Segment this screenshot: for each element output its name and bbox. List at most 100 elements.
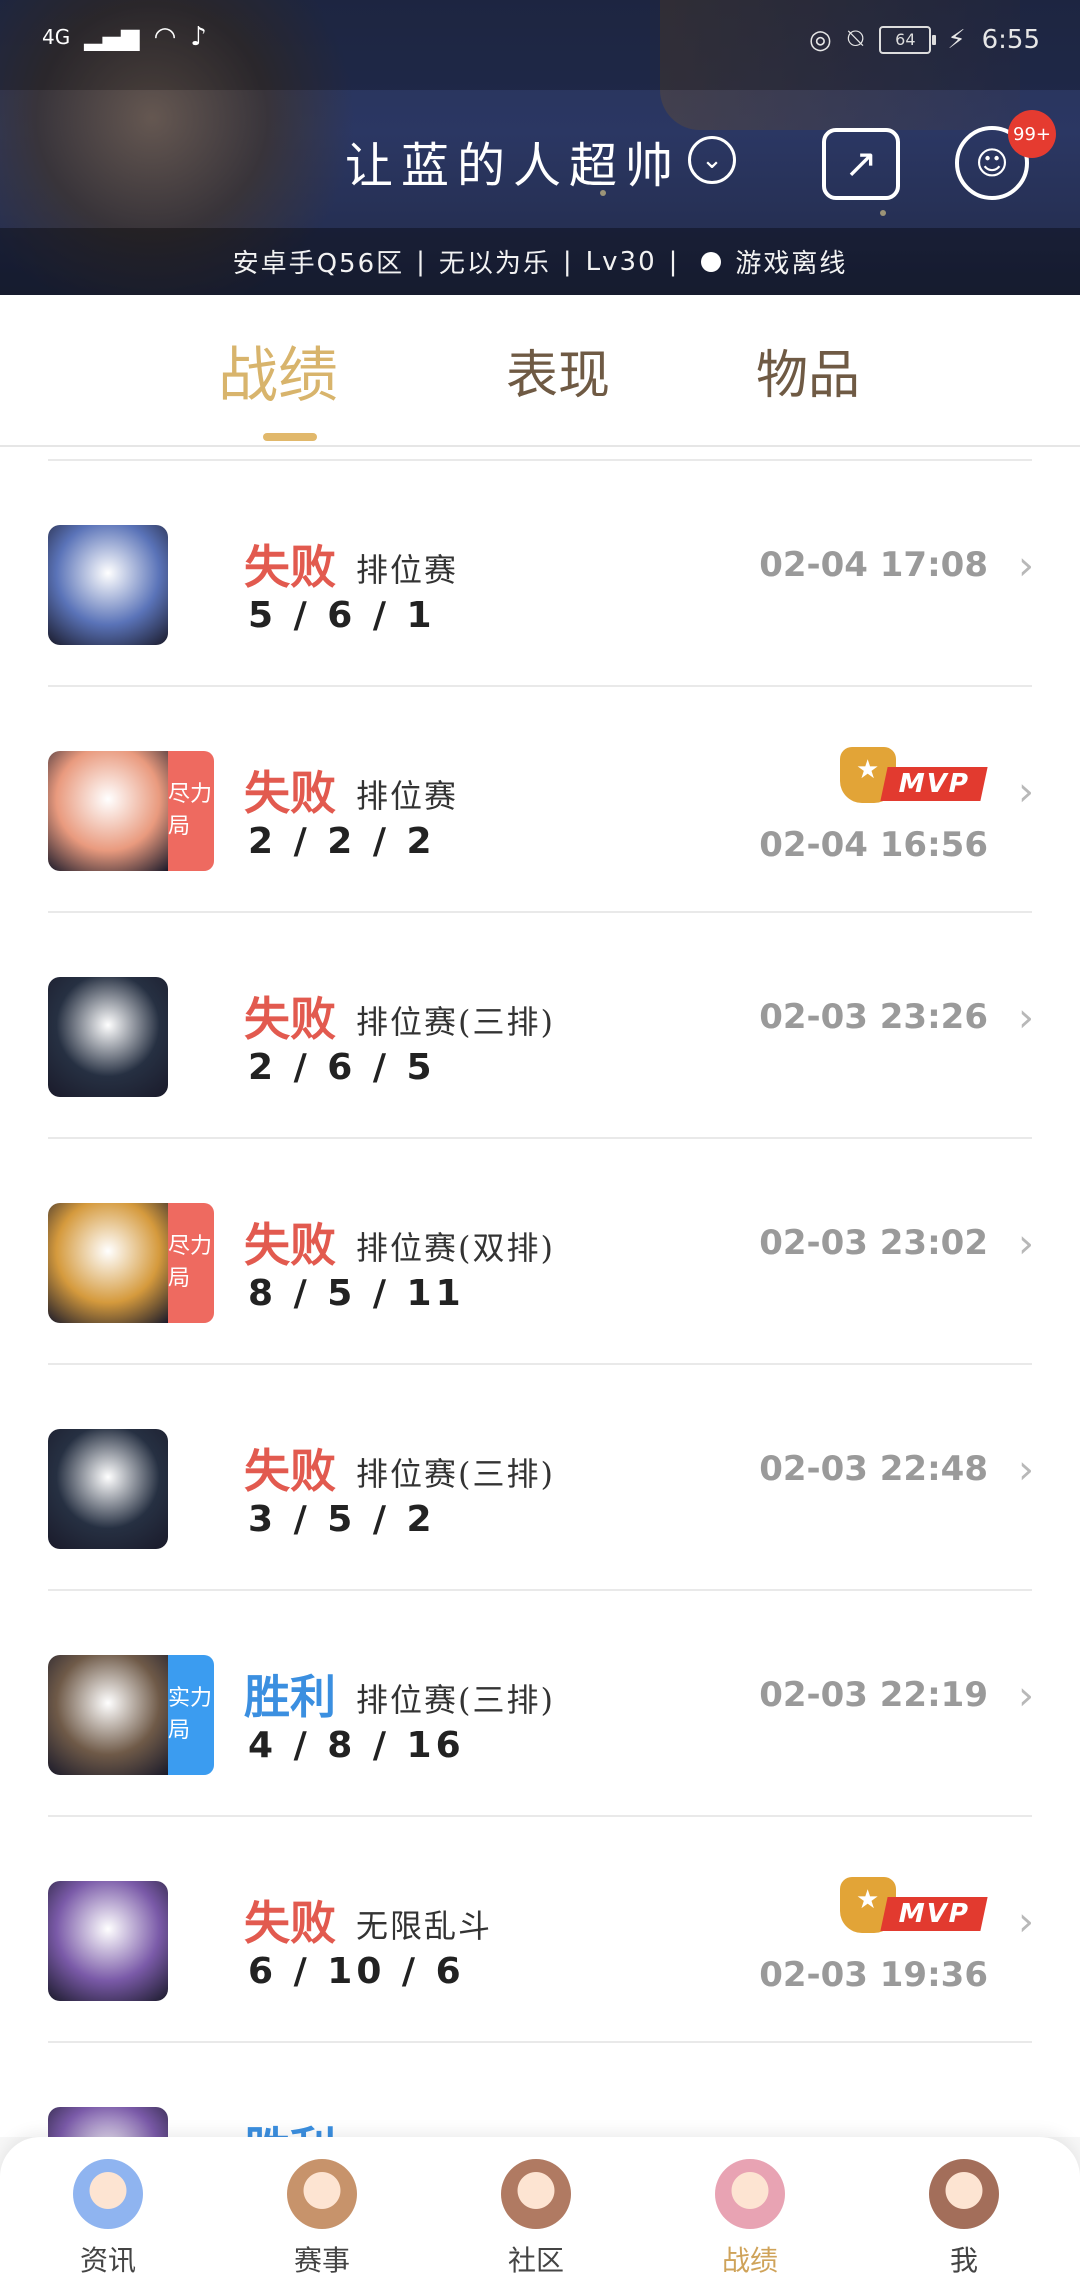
mvp-badge: ★ MVP: [840, 1877, 988, 1937]
nav-label: 我: [949, 2244, 978, 2277]
tiktok-icon: ♪: [190, 22, 207, 52]
headphones-icon: ◎: [809, 24, 832, 55]
kda-score: 8 / 5 / 11: [248, 1273, 465, 1314]
hero-avatar: [48, 977, 168, 1097]
chevron-right-icon: ›: [1018, 1221, 1034, 1267]
chevron-right-icon: ›: [1018, 769, 1034, 815]
match-result: 失败: [244, 766, 336, 820]
match-result: 失败: [244, 1218, 336, 1272]
network-type: 4G: [42, 25, 71, 49]
mvp-badge: ★ MVP: [840, 747, 988, 807]
nav-label: 资讯: [79, 2244, 136, 2277]
match-time: 02-03 23:26: [759, 997, 988, 1037]
match-row[interactable]: 失败 排位赛 5 / 6 / 1 02-04 17:08 ›: [0, 461, 1080, 687]
hero-avatar: [48, 1429, 168, 1549]
chat-icon: ☺: [975, 144, 1009, 182]
match-result: 胜利: [244, 1670, 336, 1724]
profile-header: 4G ▂▄▆ ◠ ♪ ◎ ⍉ 64 ⚡ 6:55 让蓝的人超帅 ⌄ ↗ ☺ 99…: [0, 0, 1080, 295]
player-name[interactable]: 让蓝的人超帅: [345, 126, 681, 196]
match-time: 02-03 23:02: [759, 1223, 988, 1263]
match-list[interactable]: 失败 排位赛 5 / 6 / 1 02-04 17:08 › 尽力局 失败 排位赛 2 / 2 …: [0, 447, 1080, 2137]
player-level: Lv30: [585, 246, 657, 277]
news-avatar-icon: [73, 2159, 143, 2229]
chevron-right-icon: ›: [1018, 1447, 1034, 1493]
hero-avatar: [48, 1881, 168, 2001]
share-icon: ↗: [844, 141, 878, 187]
player-title: 无以为乐: [438, 249, 551, 279]
hero-avatar: [48, 2107, 168, 2137]
match-result: 失败: [244, 540, 336, 594]
match-row[interactable]: 失败 排位赛(三排) 2 / 6 / 5 02-03 23:26 ›: [0, 913, 1080, 1139]
match-quality-tag: 尽力局: [168, 751, 214, 871]
match-mode: 排位赛(三排): [356, 1681, 555, 1719]
match-time: 02-03 22:19: [759, 1675, 988, 1715]
mute-icon: ⍉: [847, 24, 864, 54]
share-button[interactable]: ↗: [822, 128, 900, 200]
hero-avatar: [48, 1203, 168, 1323]
tab-bar: 战绩 表现 物品: [0, 295, 1080, 447]
chevron-right-icon: ›: [1018, 1673, 1034, 1719]
status-dot-icon: [701, 251, 722, 272]
battery-icon: 64: [879, 25, 937, 54]
me-avatar-icon: [929, 2159, 999, 2229]
match-mode: 排位赛(三排): [356, 1455, 555, 1493]
nav-label: 社区: [507, 2244, 564, 2277]
events-avatar-icon: [287, 2159, 357, 2229]
nav-item-2[interactable]: 社区: [456, 2159, 616, 2279]
match-quality-tag: 尽力局: [168, 1203, 214, 1323]
match-quality-tag: 实力局: [168, 1655, 214, 1775]
match-row[interactable]: 实力局 胜利 排位赛(三排) 4 / 8 / 16 02-03 22:19 ›: [0, 1591, 1080, 1817]
separator: |: [562, 246, 574, 277]
match-row[interactable]: 失败 无限乱斗 6 / 10 / 6 02-03 19:36 ★ MVP ›: [0, 1817, 1080, 2043]
match-mode: 排位赛(双排): [356, 1229, 555, 1267]
nav-item-4[interactable]: 我: [884, 2159, 1044, 2279]
match-time: 02-04 17:08: [759, 545, 988, 585]
kda-score: 3 / 5 / 2: [248, 1499, 436, 1540]
tab-performance[interactable]: 表现: [506, 333, 610, 408]
match-mode: 排位赛: [356, 777, 459, 815]
star-icon: ★: [856, 1885, 880, 1915]
match-result: 失败: [244, 1896, 336, 1950]
chevron-right-icon: ›: [1018, 995, 1034, 1041]
match-row[interactable]: 尽力局 失败 排位赛(双排) 8 / 5 / 11 02-03 23:02 ›: [0, 1139, 1080, 1365]
charging-icon: ⚡: [947, 24, 966, 55]
kda-score: 2 / 6 / 5: [248, 1047, 436, 1088]
kda-score: 5 / 6 / 1: [248, 595, 436, 636]
star-icon: ★: [856, 755, 880, 785]
kda-score: 6 / 10 / 6: [248, 1951, 465, 1992]
tab-items[interactable]: 物品: [756, 333, 860, 408]
server-label: 安卓手Q56区: [232, 249, 405, 279]
chevron-right-icon: ›: [1018, 543, 1034, 589]
nav-item-1[interactable]: 赛事: [242, 2159, 402, 2279]
mvp-label: MVP: [880, 767, 988, 801]
message-count-badge: 99+: [1008, 110, 1056, 158]
mvp-label: MVP: [880, 1897, 988, 1931]
hero-avatar: [48, 1655, 168, 1775]
nav-label: 战绩: [721, 2244, 778, 2277]
match-time: 02-04 16:56: [759, 825, 988, 865]
kda-score: 4 / 8 / 16: [248, 1725, 465, 1766]
active-tab-indicator: [263, 433, 317, 441]
player-info-bar: 安卓手Q56区 | 无以为乐 | Lv30 | 游戏离线: [0, 228, 1080, 295]
nav-item-0[interactable]: 资讯: [28, 2159, 188, 2279]
nav-item-3[interactable]: 战绩: [670, 2159, 830, 2279]
match-row[interactable]: 失败 排位赛(三排) 3 / 5 / 2 02-03 22:48 ›: [0, 1365, 1080, 1591]
bottom-nav: 资讯 赛事 社区 战绩 我: [0, 2137, 1080, 2280]
match-result: 胜利: [244, 2113, 336, 2137]
hero-avatar: [48, 751, 168, 871]
chevron-right-icon: ›: [1018, 1899, 1034, 1945]
wifi-icon: ◠: [153, 22, 177, 52]
tab-record[interactable]: 战绩: [218, 327, 338, 414]
match-result: 失败: [244, 992, 336, 1046]
match-row[interactable]: 胜利: [0, 2043, 1080, 2137]
separator: |: [416, 246, 427, 277]
match-mode: 排位赛: [356, 551, 459, 589]
match-time: 02-03 22:48: [759, 1449, 988, 1489]
match-row[interactable]: 尽力局 失败 排位赛 2 / 2 / 2 02-04 16:56 ★ MVP ›: [0, 687, 1080, 913]
community-avatar-icon: [501, 2159, 571, 2229]
chevron-down-icon[interactable]: ⌄: [688, 136, 736, 184]
status-bar: 4G ▂▄▆ ◠ ♪ ◎ ⍉ 64 ⚡ 6:55: [0, 0, 1080, 90]
nav-label: 赛事: [293, 2244, 350, 2277]
record-avatar-icon: [715, 2159, 785, 2229]
match-mode: 排位赛(三排): [356, 1003, 555, 1041]
